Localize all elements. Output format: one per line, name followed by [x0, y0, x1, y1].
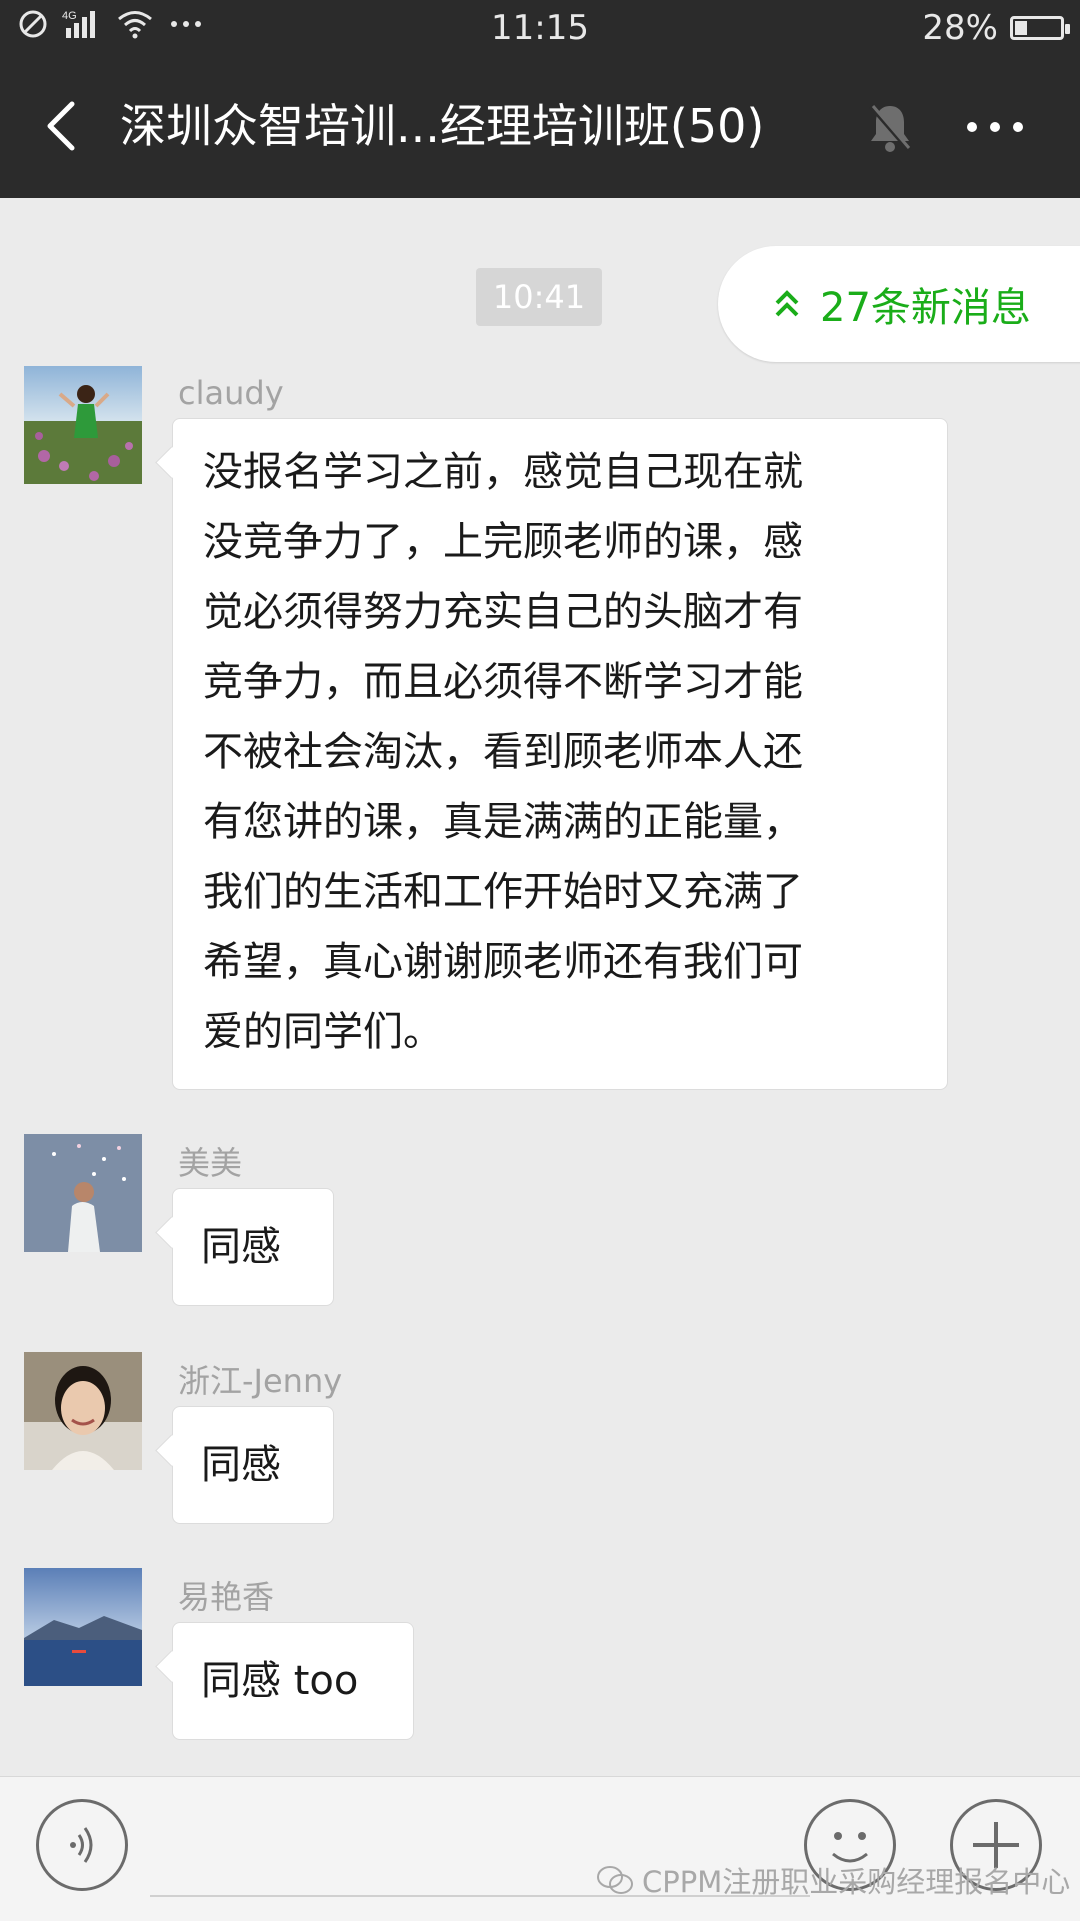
message-line: 竞争力，而且必须得不断学习才能: [203, 659, 803, 705]
input-bar: CPPM注册职业采购经理报名中心: [0, 1776, 1080, 1921]
chat-area[interactable]: 10:41 27条新消息 claudy 没报名学习之前，感觉自己现在就 没竞争力…: [0, 198, 1080, 1778]
voice-input-button[interactable]: [36, 1799, 128, 1891]
avatar-image: [24, 1134, 142, 1252]
back-arrow-icon[interactable]: [38, 96, 98, 156]
status-icons-right: 28%: [922, 8, 1070, 48]
message-bubble[interactable]: 没报名学习之前，感觉自己现在就 没竞争力了，上完顾老师的课，感 觉必须得努力充实…: [172, 418, 948, 1090]
message-line: 没报名学习之前，感觉自己现在就: [203, 449, 803, 495]
watermark-text: CPPM注册职业采购经理报名中心: [642, 1865, 1071, 1899]
avatar-claudy[interactable]: [24, 366, 142, 484]
sender-name: 易艳香: [178, 1578, 275, 1616]
avatar-jenny[interactable]: [24, 1352, 142, 1470]
message-line: 有您讲的课，真是满满的正能量，: [203, 799, 803, 845]
new-messages-label: 27条新消息: [820, 285, 1031, 331]
sender-name: claudy: [178, 374, 284, 412]
status-bar: 4G 11:15 28%: [0, 0, 1080, 56]
message-line: 觉必须得努力充实自己的头脑才有: [203, 589, 803, 635]
message-line: 希望，真心谢谢顾老师还有我们可: [203, 939, 803, 985]
voice-icon: [70, 1827, 93, 1863]
chat-title[interactable]: 深圳众智培训...经理培训班(50): [120, 96, 820, 156]
message-text: 同感 too: [201, 1658, 359, 1704]
sender-name: 美美: [178, 1144, 243, 1182]
message-timestamp: 10:41: [476, 268, 602, 326]
avatar-image: [24, 1568, 142, 1686]
message-line: 爱的同学们。: [203, 1009, 443, 1055]
battery-icon: [1010, 16, 1070, 40]
avatar-image: [24, 366, 142, 484]
status-time: 11:15: [491, 8, 589, 48]
avatar-yiyanxiang[interactable]: [24, 1568, 142, 1686]
avatar-meimei[interactable]: [24, 1134, 142, 1252]
mute-bell-icon: [869, 104, 911, 152]
message-line: 我们的生活和工作开始时又充满了: [203, 869, 803, 915]
message-bubble[interactable]: 同感 too: [172, 1622, 414, 1740]
double-chevron-up-icon: [775, 290, 799, 317]
wechat-logo-icon: [597, 1866, 633, 1894]
message-bubble[interactable]: 同感: [172, 1188, 334, 1306]
battery-percent: 28%: [922, 8, 998, 48]
message-text: 同感: [201, 1442, 281, 1488]
message-line: 不被社会淘汰，看到顾老师本人还: [203, 729, 803, 775]
message-bubble[interactable]: 同感: [172, 1406, 334, 1524]
sender-name: 浙江-Jenny: [178, 1362, 343, 1400]
new-messages-button[interactable]: 27条新消息: [718, 246, 1080, 362]
battery-fill: [1015, 21, 1027, 35]
message-text: 没报名学习之前，感觉自己现在就 没竞争力了，上完顾老师的课，感 觉必须得努力充实…: [203, 437, 917, 1067]
message-text: 同感: [201, 1224, 281, 1270]
more-options-icon[interactable]: [960, 100, 1030, 154]
chat-header: 深圳众智培训...经理培训班(50): [0, 56, 1080, 198]
watermark: CPPM注册职业采购经理报名中心: [596, 1859, 1070, 1901]
avatar-image: [24, 1352, 142, 1470]
message-line: 没竞争力了，上完顾老师的课，感: [203, 519, 803, 565]
